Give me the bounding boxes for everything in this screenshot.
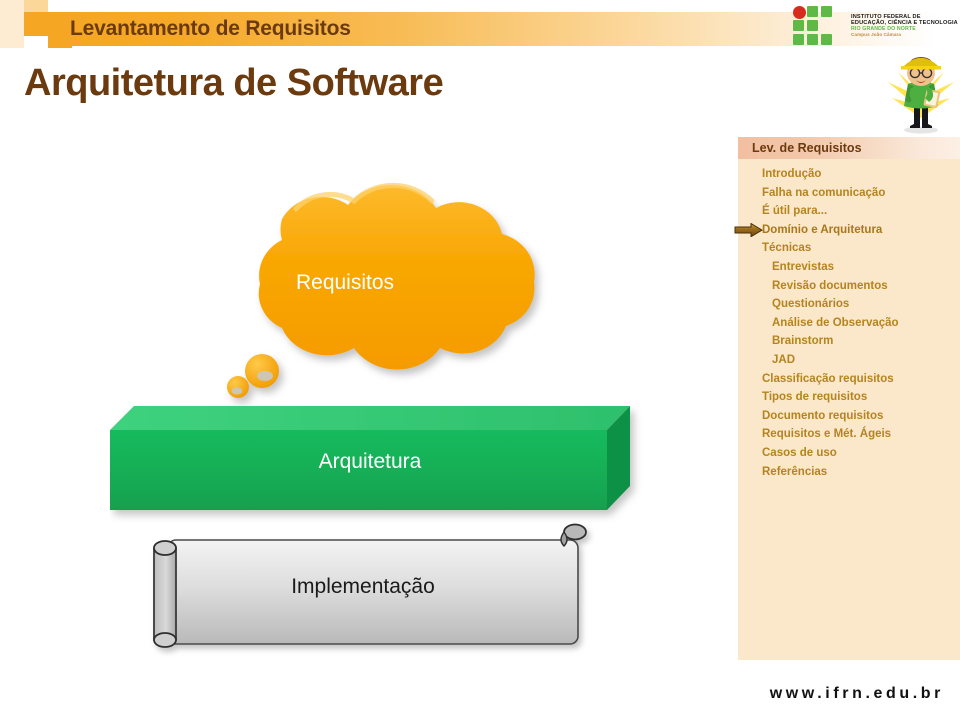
agenda-item-label: Entrevistas: [772, 260, 835, 273]
scroll-label: Implementação: [291, 575, 435, 598]
agenda-item[interactable]: Questionários: [738, 295, 960, 314]
agenda-item[interactable]: Casos de uso: [738, 444, 960, 463]
agenda-item-label: É útil para...: [762, 205, 828, 218]
ifrn-logo-text: INSTITUTO FEDERAL DE EDUCAÇÃO, CIÊNCIA E…: [851, 14, 958, 37]
box-label: Arquitetura: [318, 450, 422, 473]
decor-square: [0, 0, 24, 24]
agenda-item-label: Referências: [762, 465, 828, 478]
agenda-item[interactable]: JAD: [738, 351, 960, 370]
implementacao-scroll: Implementação: [128, 518, 608, 668]
agenda-panel-title: Lev. de Requisitos: [752, 141, 862, 155]
logo-square-icon: [793, 20, 804, 31]
agenda-item[interactable]: Revisão documentos: [738, 277, 960, 296]
decor-square: [0, 24, 24, 48]
cloud-label: Requisitos: [295, 271, 395, 294]
agenda-item-label: Falha na comunicação: [762, 186, 886, 199]
logo-square-icon: [821, 6, 832, 17]
logo-square-icon: [807, 34, 818, 45]
agenda-item-label: Domínio e Arquitetura: [762, 223, 883, 236]
agenda-item-label: Tipos de requisitos: [762, 391, 868, 404]
logo-red-dot-icon: [793, 6, 806, 19]
requisitos-cloud: Requisitos: [110, 175, 630, 415]
footer-url: www.ifrn.edu.br: [769, 685, 944, 702]
page-title: Arquitetura de Software: [24, 62, 444, 104]
agenda-item[interactable]: É útil para...: [738, 202, 960, 221]
agenda-item-label: Análise de Observação: [772, 316, 899, 329]
ifrn-logo-mark: [793, 6, 845, 50]
agenda-item[interactable]: Referências: [738, 463, 960, 482]
current-item-arrow-icon: [734, 222, 763, 237]
agenda-item-label: Classificação requisitos: [762, 372, 894, 385]
slide-canvas: Levantamento de Requisitos Arquitetura d…: [0, 0, 960, 717]
logo-square-icon: [793, 34, 804, 45]
decor-square: [24, 0, 48, 12]
agenda-panel-header: Lev. de Requisitos: [738, 137, 960, 159]
agenda-item-label: Técnicas: [762, 242, 812, 255]
decor-square: [24, 12, 48, 24]
decor-square: [36, 24, 48, 36]
logo-square-icon: [807, 20, 818, 31]
agenda-item-label: Introdução: [762, 168, 822, 180]
agenda-item[interactable]: Análise de Observação: [738, 314, 960, 333]
agenda-item-label: Brainstorm: [772, 335, 834, 348]
decor-square: [24, 24, 36, 36]
agenda-item-label: Requisitos e Mét. Ágeis: [762, 428, 892, 441]
agenda-item[interactable]: Tipos de requisitos: [738, 388, 960, 407]
arquitetura-box: Arquitetura: [110, 398, 650, 523]
mascot-illustration: [884, 46, 958, 134]
logo-line-4: Campus João Câmara: [851, 32, 902, 38]
agenda-item[interactable]: Falha na comunicação: [738, 184, 960, 203]
agenda-item[interactable]: Domínio e Arquitetura: [734, 221, 960, 240]
agenda-list: Introdução Falha na comunicação É útil par…: [734, 165, 960, 482]
agenda-item-label: JAD: [772, 353, 796, 366]
agenda-item[interactable]: Entrevistas: [738, 258, 960, 277]
agenda-item[interactable]: Brainstorm: [738, 332, 960, 351]
agenda-item-label: Revisão documentos: [772, 279, 888, 292]
logo-square-icon: [807, 6, 818, 17]
agenda-item[interactable]: Introdução: [738, 165, 960, 184]
agenda-item[interactable]: Técnicas: [738, 239, 960, 258]
agenda-item-label: Casos de uso: [762, 446, 837, 459]
agenda-item[interactable]: Requisitos e Mét. Ágeis: [738, 425, 960, 444]
agenda-item-label: Questionários: [772, 298, 850, 311]
header-eyebrow: Levantamento de Requisitos: [70, 17, 351, 40]
logo-square-icon: [821, 34, 832, 45]
agenda-panel: Lev. de Requisitos Introdução Falha na co…: [734, 137, 960, 660]
agenda-item[interactable]: Documento requisitos: [738, 407, 960, 426]
agenda-item[interactable]: Classificação requisitos: [738, 370, 960, 389]
agenda-item-label: Documento requisitos: [762, 409, 884, 422]
